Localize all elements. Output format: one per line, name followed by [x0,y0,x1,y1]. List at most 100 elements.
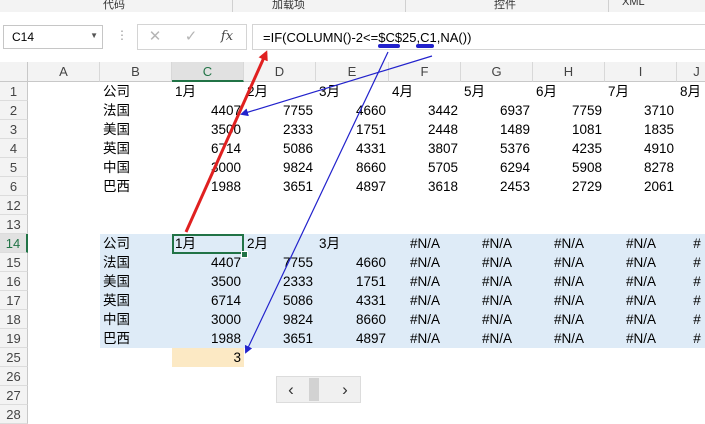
bottom-table-country-cell[interactable]: 英国 [100,291,172,310]
ribbon-tab-addins[interactable]: 加载项 [272,0,305,12]
row-header[interactable]: 25 [0,348,28,367]
ribbon-tab-code[interactable]: 代码 [103,0,125,12]
bottom-table-value-cell[interactable]: #N/A [389,329,461,348]
row-header[interactable]: 2 [0,101,28,120]
top-table-header-cell[interactable]: 8月 [677,82,705,101]
top-table-value-cell[interactable]: 4235 [533,139,605,158]
bottom-table-value-cell[interactable]: 2333 [244,272,316,291]
bottom-table-value-cell[interactable]: #N/A [533,272,605,291]
formula-input[interactable]: =IF(COLUMN()-2<=$C$25,C1,NA()) [252,24,705,50]
row-header[interactable]: 4 [0,139,28,158]
bottom-table-value-cell[interactable]: 7755 [244,253,316,272]
top-table-country-cell[interactable]: 巴西 [100,177,172,196]
bottom-table-value-cell[interactable]: #N/A [605,253,677,272]
active-cell-c14[interactable] [172,234,244,254]
column-header[interactable]: D [244,62,316,82]
bottom-table-value-cell[interactable]: # [677,310,705,329]
spreadsheet-grid[interactable]: A B C D E F G H I J 1 2 3 4 5 6 12 13 14 15 16 17 18 19 25 26 27 28… [0,62,705,424]
scroll-thumb[interactable] [309,378,319,401]
top-table-header-cell[interactable]: 5月 [461,82,533,101]
bottom-table-value-cell[interactable]: #N/A [461,291,533,310]
top-table-value-cell[interactable]: 2061 [605,177,677,196]
column-header[interactable]: A [28,62,100,82]
row-header[interactable]: 15 [0,253,28,272]
bottom-table-value-cell[interactable]: 4660 [316,253,389,272]
row-header[interactable]: 17 [0,291,28,310]
top-table-value-cell[interactable]: 4331 [316,139,389,158]
top-table-header-cell[interactable]: 4月 [389,82,461,101]
top-table-value-cell[interactable]: 1988 [172,177,244,196]
column-header[interactable]: I [605,62,677,82]
top-table-value-cell[interactable]: 6714 [172,139,244,158]
row-header[interactable]: 19 [0,329,28,348]
enter-icon[interactable]: ✓ [177,26,205,48]
bottom-table-header-cell[interactable]: #N/A [389,234,461,253]
top-table-value-cell[interactable]: 2729 [533,177,605,196]
bottom-table-value-cell[interactable]: 4331 [316,291,389,310]
bottom-table-value-cell[interactable]: #N/A [461,310,533,329]
top-table-header-cell[interactable]: 6月 [533,82,605,101]
top-table-value-cell[interactable]: 2448 [389,120,461,139]
bottom-table-value-cell[interactable]: #N/A [461,329,533,348]
bottom-table-country-cell[interactable]: 中国 [100,310,172,329]
top-table-value-cell[interactable]: 7755 [244,101,316,120]
row-header[interactable]: 28 [0,405,28,424]
column-header[interactable]: F [389,62,461,82]
top-table-value-cell[interactable]: 1489 [461,120,533,139]
bottom-table-value-cell[interactable]: 1988 [172,329,244,348]
top-table-value-cell[interactable]: 5908 [533,158,605,177]
bottom-table-value-cell[interactable]: 8660 [316,310,389,329]
bottom-table-value-cell[interactable]: 1751 [316,272,389,291]
bottom-table-value-cell[interactable]: #N/A [533,329,605,348]
name-box[interactable]: C14 ▼ [3,25,103,49]
column-header[interactable]: H [533,62,605,82]
top-table-value-cell[interactable]: 4910 [605,139,677,158]
ribbon-tab-controls[interactable]: 控件 [494,0,516,12]
row-header[interactable]: 13 [0,215,28,234]
column-header[interactable]: E [316,62,389,82]
column-header[interactable]: G [461,62,533,82]
top-table-value-cell[interactable]: 7759 [533,101,605,120]
bottom-table-header-cell[interactable]: # [677,234,705,253]
fill-handle[interactable] [241,251,248,258]
row-header[interactable]: 26 [0,367,28,386]
top-table-value-cell[interactable]: 2453 [461,177,533,196]
bottom-table-value-cell[interactable]: #N/A [389,253,461,272]
top-table-value-cell[interactable]: 3651 [244,177,316,196]
row-header[interactable]: 1 [0,82,28,101]
bottom-table-value-cell[interactable]: 4407 [172,253,244,272]
bottom-table-header-cell[interactable]: #N/A [533,234,605,253]
top-table-value-cell[interactable]: 9824 [244,158,316,177]
scroll-left-icon[interactable]: ‹ [277,378,305,401]
top-table-header-cell[interactable]: 1月 [172,82,244,101]
top-table-value-cell[interactable]: 6937 [461,101,533,120]
top-table-header-cell[interactable]: 公司 [100,82,172,101]
top-table-value-cell[interactable]: 6294 [461,158,533,177]
top-table-value-cell[interactable]: 3618 [389,177,461,196]
top-table-value-cell[interactable]: 3442 [389,101,461,120]
drag-handle-icon[interactable]: ⋮ [116,28,128,42]
row-header[interactable]: 3 [0,120,28,139]
bottom-table-value-cell[interactable]: # [677,253,705,272]
column-header[interactable]: J [677,62,705,82]
bottom-table-value-cell[interactable]: #N/A [389,291,461,310]
row-header[interactable]: 14 [0,234,28,253]
ribbon-tab-xml[interactable]: XML [622,0,645,8]
insert-function-icon[interactable]: fx [213,26,241,48]
top-table-country-cell[interactable]: 美国 [100,120,172,139]
bottom-table-value-cell[interactable]: #N/A [389,272,461,291]
bottom-table-value-cell[interactable]: #N/A [605,329,677,348]
bottom-table-country-cell[interactable]: 美国 [100,272,172,291]
bottom-table-value-cell[interactable]: # [677,291,705,310]
bottom-table-country-cell[interactable]: 巴西 [100,329,172,348]
top-table-country-cell[interactable]: 英国 [100,139,172,158]
top-table-value-cell[interactable]: 1835 [605,120,677,139]
top-table-value-cell[interactable]: 3000 [172,158,244,177]
row-header[interactable]: 18 [0,310,28,329]
bottom-table-value-cell[interactable]: # [677,272,705,291]
bottom-table-value-cell[interactable]: #N/A [461,272,533,291]
top-table-value-cell[interactable]: 3500 [172,120,244,139]
top-table-value-cell[interactable]: 2333 [244,120,316,139]
bottom-table-header-cell[interactable]: 3月 [316,234,389,253]
bottom-table-value-cell[interactable]: #N/A [533,310,605,329]
